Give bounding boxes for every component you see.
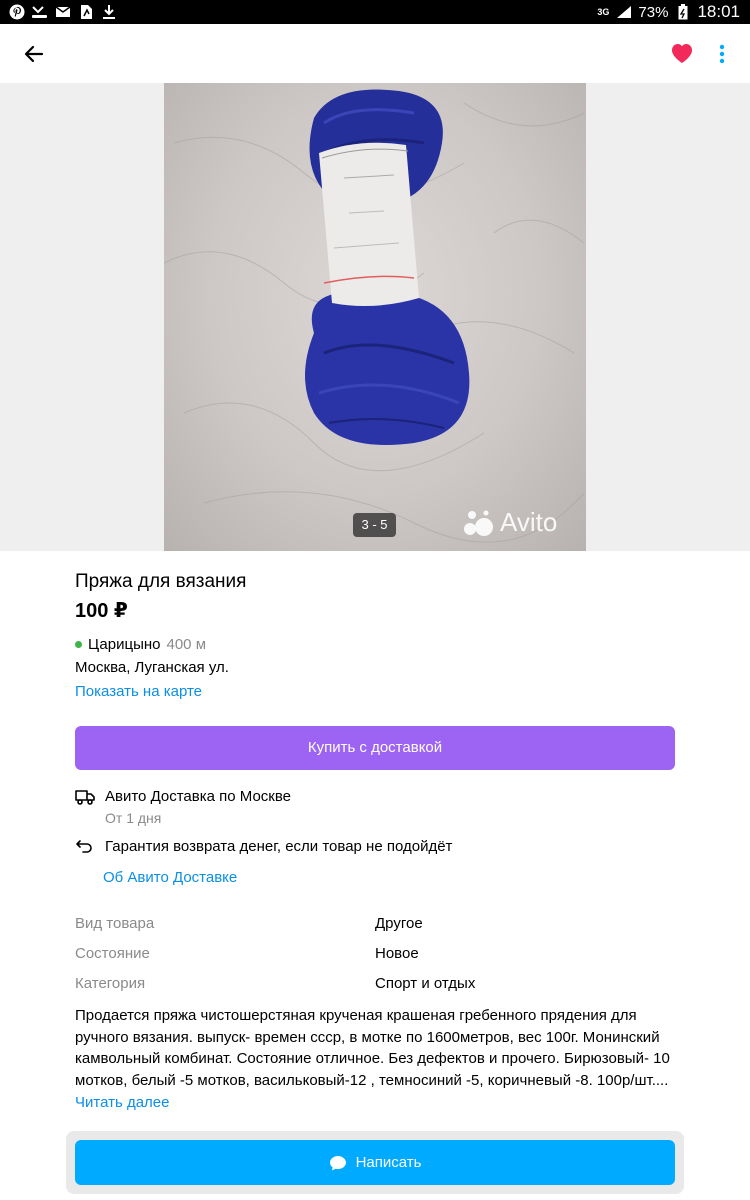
delivery-time: От 1 дня <box>105 810 162 826</box>
yarn-photo[interactable] <box>164 83 586 551</box>
guarantee-text: Гарантия возврата денег, если товар не п… <box>105 838 453 855</box>
address: Москва, Луганская ул. <box>75 659 229 676</box>
battery-percent: 73% <box>638 3 669 21</box>
signal-icon <box>615 4 632 21</box>
notification-icons <box>8 3 117 20</box>
read-more-link[interactable]: Читать далее <box>75 1094 169 1111</box>
back-arrow-icon[interactable] <box>20 40 48 68</box>
show-on-map-link[interactable]: Показать на карте <box>75 683 202 700</box>
description-line: камвольный комбинат. Состояние отличное.… <box>75 1050 670 1067</box>
status-indicators: 3G 73% 18:01 <box>597 2 740 22</box>
file-icon <box>77 3 94 20</box>
pinterest-icon <box>8 3 25 20</box>
avito-watermark: Avito <box>462 507 557 538</box>
battery-icon <box>674 4 691 21</box>
metro-name: Царицыно <box>88 636 161 653</box>
write-message-button[interactable]: Написать <box>75 1140 675 1185</box>
return-arrow-icon <box>75 838 95 856</box>
clock: 18:01 <box>697 2 740 21</box>
money-back-guarantee: Гарантия возврата денег, если товар не п… <box>75 838 452 856</box>
listing-price: 100 ₽ <box>75 600 128 622</box>
about-avito-delivery-link[interactable]: Об Авито Доставке <box>103 869 237 886</box>
description: Продается пряжа чистошерстяная крученая … <box>75 1005 675 1091</box>
param-value: Спорт и отдых <box>375 975 476 992</box>
param-key: Вид товара <box>75 915 155 932</box>
item-params: Вид товара Другое Состояние Новое Катего… <box>75 913 675 1003</box>
description-line: ручного вязания. выпуск- времен ссср, в … <box>75 1028 660 1046</box>
download-icon <box>100 3 117 20</box>
metro-line-dot <box>75 641 82 648</box>
description-line: мотков, белый -5 мотков, васильковый-12 … <box>75 1071 669 1089</box>
param-row: Вид товара Другое <box>75 913 675 943</box>
missed-call-icon <box>31 3 48 20</box>
truck-icon <box>75 788 95 806</box>
heart-icon[interactable] <box>670 42 694 66</box>
photo-gallery[interactable]: 3 - 5 Avito <box>0 83 750 551</box>
app-bar <box>0 24 750 83</box>
param-value: Другое <box>375 915 423 932</box>
chat-bubble-icon <box>329 1155 346 1170</box>
metro-distance: 400 м <box>166 636 207 653</box>
write-button-label: Написать <box>355 1154 422 1171</box>
metro-station: Царицыно 400 м <box>75 636 206 653</box>
description-line: Продается пряжа чистошерстяная крученая … <box>75 1007 637 1024</box>
avito-logo-icon <box>464 510 493 536</box>
more-vertical-icon[interactable] <box>712 42 732 66</box>
param-value: Новое <box>375 945 419 962</box>
mail-icon <box>54 3 71 20</box>
listing-title: Пряжа для вязания <box>75 571 247 592</box>
param-row: Состояние Новое <box>75 943 675 973</box>
param-key: Состояние <box>75 945 150 962</box>
buy-with-delivery-button[interactable]: Купить с доставкой <box>75 726 675 770</box>
param-key: Категория <box>75 975 146 992</box>
photo-counter: 3 - 5 <box>353 513 396 537</box>
param-row: Категория Спорт и отдых <box>75 973 675 1003</box>
status-bar: 3G 73% 18:01 <box>0 0 750 24</box>
network-type: 3G <box>597 7 610 17</box>
delivery-info: Авито Доставка по Москве От 1 дня <box>75 788 291 826</box>
watermark-text: Avito <box>500 507 558 537</box>
delivery-title: Авито Доставка по Москве <box>105 788 291 805</box>
